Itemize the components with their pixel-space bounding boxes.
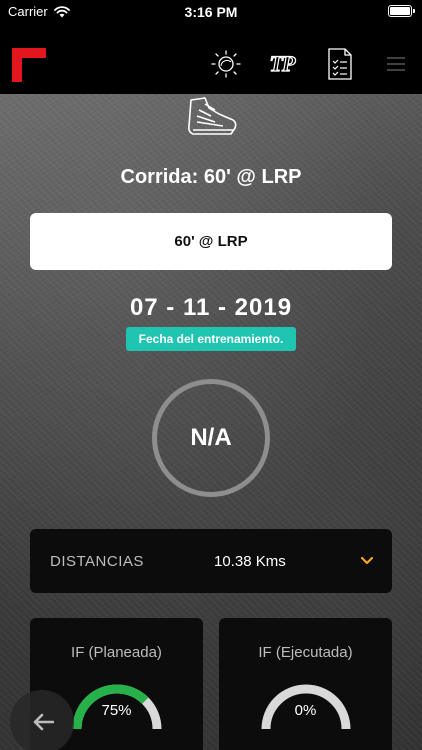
tp-icon[interactable]: TP [264, 46, 300, 82]
checklist-icon[interactable] [322, 46, 358, 82]
battery-icon [388, 5, 415, 17]
if-executed-value: 0% [294, 702, 317, 719]
date-badge: Fecha del entrenamiento. [126, 327, 296, 351]
menu-icon[interactable] [378, 46, 414, 82]
chevron-down-icon[interactable] [360, 555, 374, 567]
top-navigation-bar: TP [0, 24, 422, 94]
status-time: 3:16 PM [184, 4, 238, 20]
workout-detail: Corrida: 60' @ LRP 60' @ LRP 07 - 11 - 2… [0, 94, 422, 750]
tp-label: TP [269, 50, 296, 76]
score-value: N/A [190, 424, 232, 451]
document-checklist-icon [328, 48, 352, 80]
status-bar: Carrier 3:16 PM [0, 0, 422, 24]
if-executed-card: IF (Ejecutada) 0% [219, 618, 392, 750]
logo-icon[interactable] [12, 48, 46, 82]
hamburger-icon [387, 57, 405, 71]
workout-title: Corrida: 60' @ LRP [120, 166, 302, 188]
score-ring: N/A [152, 379, 270, 497]
workout-name-card[interactable]: 60' @ LRP [30, 213, 392, 270]
distance-value: 10.38 Kms [214, 553, 286, 570]
weather-sun-icon[interactable] [208, 46, 244, 82]
distance-card[interactable]: DISTANCIAS 10.38 Kms [30, 529, 392, 593]
workout-name: 60' @ LRP [174, 233, 248, 250]
if-executed-title: IF (Ejecutada) [258, 644, 353, 661]
sun-icon [211, 50, 241, 78]
workout-date: 07 - 11 - 2019 [129, 294, 293, 321]
back-button[interactable] [10, 690, 74, 750]
running-shoe-icon [188, 97, 237, 135]
arrow-left-icon [33, 713, 54, 731]
if-planned-title: IF (Planeada) [71, 644, 162, 661]
distance-label: DISTANCIAS [50, 553, 144, 570]
